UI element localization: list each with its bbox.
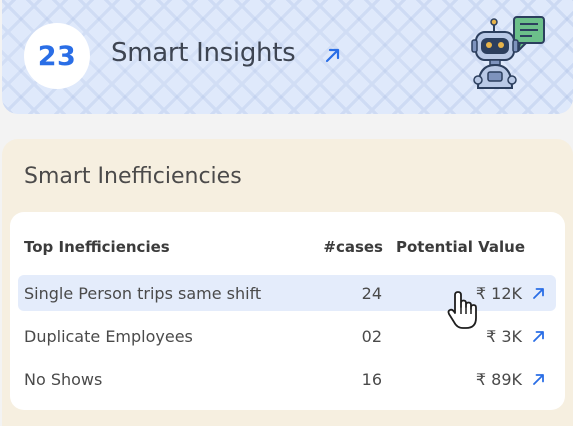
row-name: Single Person trips same shift <box>24 284 262 303</box>
arrow-up-right-icon[interactable] <box>532 372 546 386</box>
insights-count: 23 <box>37 40 77 72</box>
row-cases: 24 <box>361 284 382 303</box>
smart-insights-card[interactable]: 23 Smart Insights <box>2 0 573 114</box>
table-row[interactable]: No Shows 16 ₹ 89K <box>18 361 556 397</box>
arrow-up-right-icon[interactable] <box>532 286 546 300</box>
column-header-potential-value: Potential Value <box>395 238 525 256</box>
row-name: Duplicate Employees <box>24 327 193 346</box>
row-name: No Shows <box>24 370 103 389</box>
insights-count-badge: 23 <box>24 23 90 89</box>
column-header-top-inefficiencies: Top Inefficiencies <box>24 238 170 256</box>
robot-chat-icon <box>471 16 545 89</box>
arrow-up-right-icon[interactable] <box>323 45 343 65</box>
hand-cursor-icon <box>447 291 477 329</box>
row-value: ₹ 12K <box>475 284 522 303</box>
page: 23 Smart Insights Smart Inefficiencies T… <box>0 0 573 426</box>
inefficiencies-title: Smart Inefficiencies <box>24 164 242 189</box>
row-cases: 02 <box>361 327 382 346</box>
row-cases: 16 <box>361 370 382 389</box>
arrow-up-right-icon[interactable] <box>532 329 546 343</box>
column-header-cases: #cases <box>323 238 383 256</box>
row-value: ₹ 89K <box>475 370 522 389</box>
insights-title: Smart Insights <box>111 38 296 68</box>
smart-inefficiencies-card: Smart Inefficiencies Top Inefficiencies … <box>2 139 573 426</box>
row-value: ₹ 3K <box>486 327 522 346</box>
